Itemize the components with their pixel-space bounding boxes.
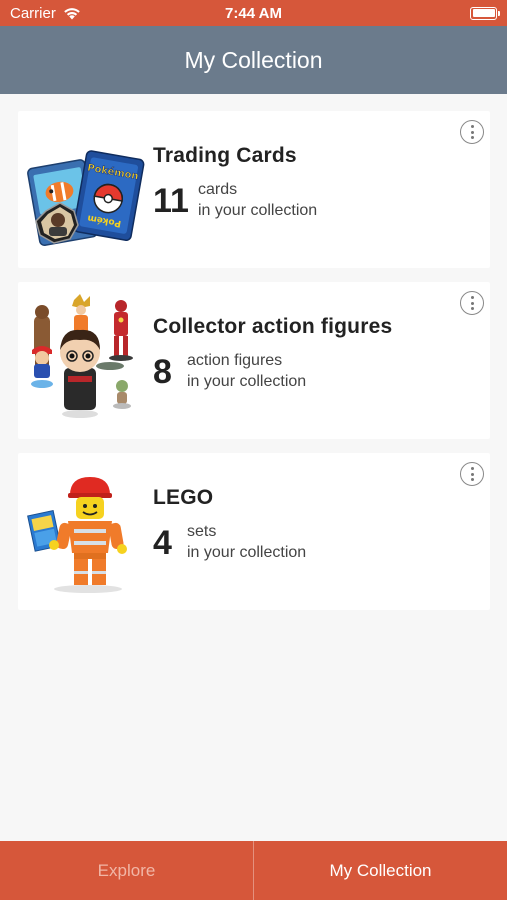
- tab-my-collection[interactable]: My Collection: [253, 841, 507, 900]
- collection-card-trading-cards[interactable]: Pokémon Pokém Trading Cards 11 cards in …: [18, 111, 490, 268]
- collection-unit: sets: [187, 523, 217, 540]
- more-options-icon[interactable]: [460, 120, 484, 144]
- collection-title: LEGO: [153, 486, 214, 509]
- collection-count-description: sets in your collection: [187, 521, 306, 563]
- collection-card-action-figures[interactable]: Collector action figures 8 action figure…: [18, 282, 490, 439]
- collection-suffix: in your collection: [187, 544, 307, 561]
- collection-count: 8: [153, 353, 172, 391]
- nav-bar: My Collection: [0, 26, 507, 94]
- lego-figure-image: [27, 477, 127, 593]
- collection-suffix: in your collection: [198, 202, 318, 219]
- carrier-label: Carrier: [10, 4, 56, 22]
- tab-explore[interactable]: Explore: [0, 841, 253, 900]
- collection-unit: action figures: [187, 352, 283, 369]
- collection-unit: cards: [198, 181, 238, 198]
- collection-count-description: action figures in your collection: [187, 350, 306, 392]
- battery-icon: [470, 6, 500, 20]
- action-figures-image: [31, 294, 133, 418]
- collection-count-description: cards in your collection: [198, 179, 317, 221]
- page-title: My Collection: [184, 46, 323, 73]
- tab-bar: Explore My Collection: [0, 841, 507, 900]
- wifi-icon: [64, 7, 80, 19]
- collection-count: 11: [153, 182, 189, 220]
- more-options-icon[interactable]: [460, 462, 484, 486]
- collection-list: Pokémon Pokém Trading Cards 11 cards in …: [18, 111, 490, 624]
- collection-title: Trading Cards: [153, 144, 297, 167]
- status-left: Carrier: [10, 5, 81, 22]
- collection-count: 4: [153, 524, 172, 562]
- collection-suffix: in your collection: [187, 373, 307, 390]
- collection-card-lego[interactable]: LEGO 4 sets in your collection: [18, 453, 490, 610]
- collection-title: Collector action figures: [153, 315, 393, 338]
- status-bar: Carrier 7:44 AM: [0, 0, 507, 26]
- trading-cards-image: Pokémon Pokém: [27, 150, 145, 246]
- more-options-icon[interactable]: [460, 291, 484, 315]
